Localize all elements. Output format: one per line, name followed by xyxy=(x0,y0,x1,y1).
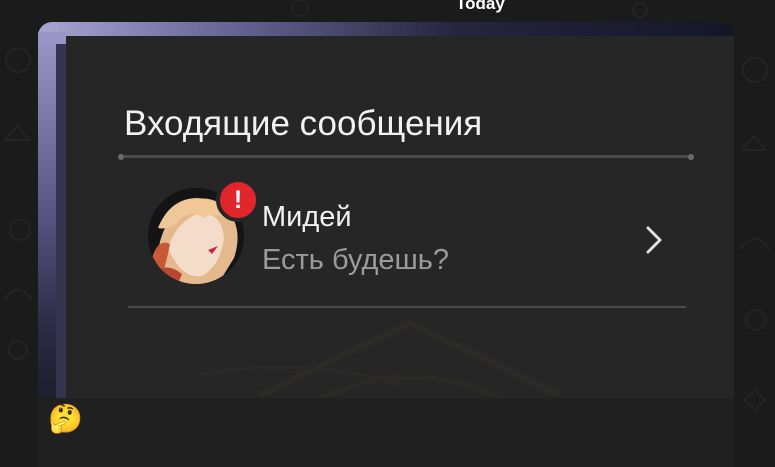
inbox-title: Входящие сообщения xyxy=(124,104,483,143)
divider-dot-right xyxy=(688,154,694,160)
bubble-top-glow xyxy=(38,22,734,36)
date-separator: Today xyxy=(456,0,505,13)
message-preview: Есть будешь? xyxy=(262,244,450,276)
chevron-right-icon xyxy=(646,226,662,254)
row-divider xyxy=(128,306,686,308)
watermark-emblem xyxy=(200,319,562,402)
exclamation-badge-icon: ! xyxy=(216,178,260,222)
bubble-left-accent-inner xyxy=(56,44,66,404)
title-divider xyxy=(120,155,693,158)
message-text-area xyxy=(38,398,734,467)
inbox-list-item[interactable]: ! Мидей Есть будешь? xyxy=(128,178,686,296)
sender-name: Мидей xyxy=(262,201,352,233)
divider-dot-left xyxy=(118,154,124,160)
thinking-face-emoji: 🤔 xyxy=(48,402,83,435)
